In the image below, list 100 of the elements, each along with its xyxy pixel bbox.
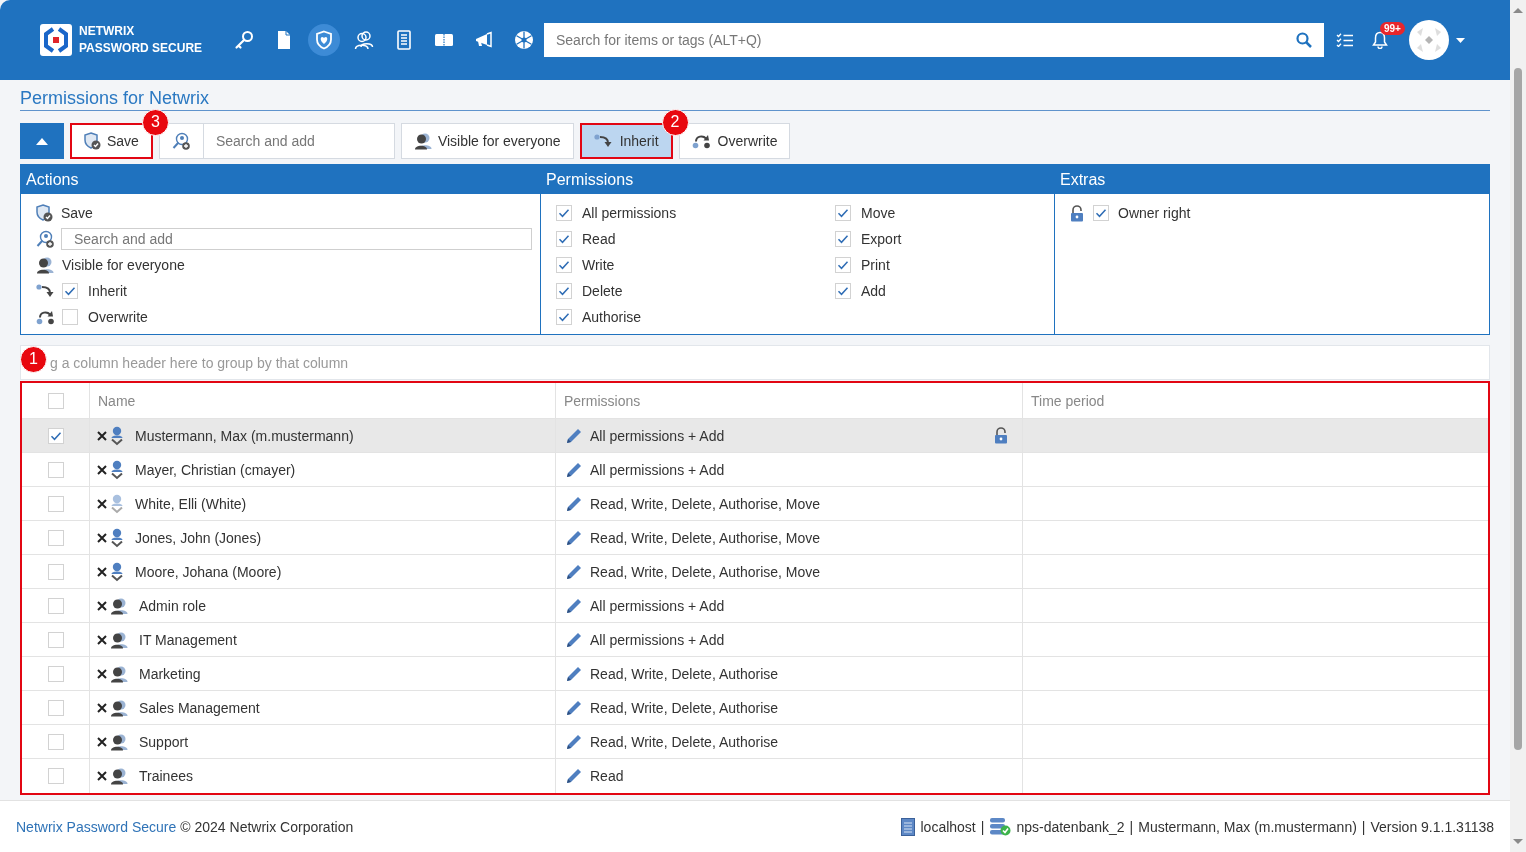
overwrite-arrow-icon [691,133,712,149]
table-row[interactable]: Jones, John (Jones) Read, Write, Delete, Authorise, Move [22,521,1488,555]
pencil-icon[interactable] [565,562,583,581]
table-row[interactable]: Moore, Johana (Moore) Read, Write, Delete, Authorise, Move [22,555,1488,589]
checkbox[interactable] [556,257,572,273]
caret-down-icon[interactable] [1456,37,1465,43]
megaphone-icon [474,30,494,50]
checkbox[interactable] [47,733,64,750]
permission-summary: All permissions + Add [590,461,725,478]
checkbox[interactable] [556,205,572,221]
column-header[interactable]: Permissions [564,392,641,409]
checkbox[interactable] [62,309,78,325]
remove-icon[interactable] [97,736,107,747]
member-name: IT Management [139,631,237,648]
user-search-icon [36,230,54,248]
table-row[interactable]: Sales Management Read, Write, Delete, Authorise [22,691,1488,725]
visibility-button[interactable]: Visible for everyone [400,123,574,159]
pencil-icon[interactable] [565,528,583,547]
search-field[interactable]: Search for items or tags (ALT+Q) [544,23,1324,57]
pencil-icon[interactable] [565,664,583,683]
remove-icon[interactable] [97,702,107,713]
checkbox[interactable] [47,392,64,409]
checkbox[interactable] [62,283,78,299]
remove-icon[interactable] [97,566,107,577]
remove-icon[interactable] [97,771,107,781]
pencil-icon[interactable] [565,494,583,513]
checkbox[interactable] [47,699,64,716]
checkbox[interactable] [47,665,64,682]
overwrite-button[interactable]: Overwrite [678,123,791,159]
checkbox[interactable] [556,283,572,299]
table-row[interactable]: Admin role All permissions + Add [22,589,1488,623]
action-link[interactable]: Save [61,205,93,221]
bell-icon[interactable] [1372,31,1388,49]
remove-icon[interactable] [97,430,107,441]
checkbox[interactable] [1093,205,1109,221]
avatar[interactable] [1409,20,1449,60]
checkbox[interactable] [47,529,64,546]
checkbox[interactable] [556,309,572,325]
separator: | [1361,818,1366,835]
remove-icon[interactable] [97,464,107,475]
checkbox[interactable] [835,205,851,221]
page-title: Permissions for Netwrix [20,88,1490,111]
pencil-icon[interactable] [565,630,583,649]
pencil-icon[interactable] [565,460,583,479]
checkbox[interactable] [47,631,64,648]
column-header[interactable]: Time period [1031,392,1105,409]
checkbox[interactable] [47,768,64,784]
checkbox[interactable] [47,563,64,580]
member-name: Admin role [139,597,206,614]
checkbox[interactable] [556,231,572,247]
checkbox[interactable] [47,461,64,478]
permission-label: Move [861,205,896,221]
checkbox[interactable] [835,257,851,273]
remove-icon[interactable] [97,498,107,509]
pencil-icon[interactable] [565,426,583,445]
inherit-arrow-icon [36,283,56,299]
search-field[interactable]: Search and add [61,228,532,250]
add-member-button[interactable] [158,123,204,159]
remove-icon[interactable] [97,634,107,645]
table-row[interactable]: IT Management All permissions + Add [22,623,1488,657]
permission-label: Authorise [582,309,642,325]
search-icon[interactable] [1296,32,1312,48]
checkbox[interactable] [835,231,851,247]
checkbox[interactable] [47,597,64,614]
overwrite-arrow-icon [36,309,56,325]
permission-label: Read [582,231,616,247]
checklist-icon[interactable] [1336,33,1354,47]
member-name: Marketing [139,665,201,682]
remove-icon[interactable] [97,532,107,543]
copyright-text: © 2024 Netwrix Corporation [180,818,354,835]
option-label: Overwrite [88,309,148,325]
remove-icon[interactable] [97,600,107,611]
pencil-icon[interactable] [565,732,583,751]
module-button[interactable] [308,24,340,56]
pencil-icon[interactable] [565,767,583,785]
table-row[interactable]: Support Read, Write, Delete, Authorise [22,725,1488,759]
collapse-button[interactable] [20,123,64,159]
group-by-hint: g a column header here to group by that column [50,354,349,371]
scrollbar[interactable] [1510,0,1526,852]
table-row[interactable]: Mustermann, Max (m.mustermann) All permissions + Add [22,419,1488,453]
section-header: Actions [21,165,540,194]
remove-icon[interactable] [97,668,107,679]
permission-summary: All permissions + Add [590,597,725,614]
server-name: localhost [920,818,976,835]
action-link[interactable]: Visible for everyone [62,257,185,273]
permission-summary: Read, Write, Delete, Authorise, Move [590,495,821,512]
checkbox[interactable] [47,427,64,444]
table-row[interactable]: Mayer, Christian (cmayer) All permissions + Add [22,453,1488,487]
pencil-icon[interactable] [565,698,583,717]
permission-summary: Read, Write, Delete, Authorise [590,665,779,682]
column-header[interactable]: Name [98,392,136,409]
checkbox[interactable] [835,283,851,299]
logo-icon[interactable] [40,24,72,56]
search-field[interactable]: Search and add [203,123,395,159]
table-row[interactable]: Marketing Read, Write, Delete, Authorise [22,657,1488,691]
people-icon [36,256,54,274]
product-link[interactable]: Netwrix Password Secure [16,818,177,835]
table-row[interactable]: Trainees Read [22,759,1488,793]
member-name: Support [139,733,189,750]
pencil-icon[interactable] [565,596,583,615]
